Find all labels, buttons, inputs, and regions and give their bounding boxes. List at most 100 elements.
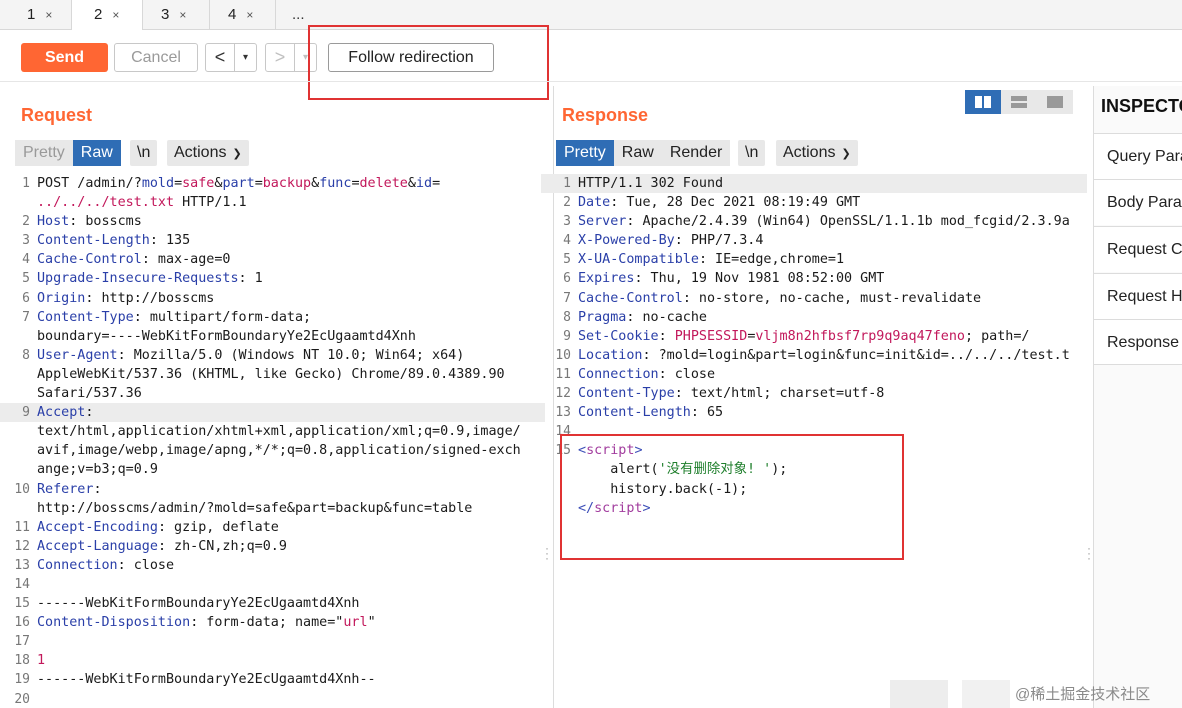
tab-raw[interactable]: Raw [72, 140, 121, 166]
code-token: backup [262, 176, 312, 191]
actions-menu[interactable]: Actions ❯ [167, 140, 249, 166]
line-content: Content-Length: 65 [578, 403, 723, 422]
tab-pretty[interactable]: Pretty [556, 140, 614, 166]
code-token: : bosscms [69, 214, 142, 230]
inspector-request-cookies[interactable]: Request Cookies [1094, 226, 1182, 272]
forward-history-group: > ▾ [265, 43, 317, 72]
forward-arrow-icon[interactable]: > [266, 44, 294, 71]
code-token: safe [182, 176, 215, 191]
chevron-down-icon[interactable]: ▾ [234, 44, 256, 71]
code-line: 12 Accept-Language: zh-CN,zh;q=0.9 [0, 537, 545, 556]
code-token: Connection [578, 366, 659, 382]
inspector-body-parameters[interactable]: Body Parameters [1094, 179, 1182, 225]
line-number: 17 [14, 634, 30, 650]
code-line: 7 Content-Type: multipart/form-data; [0, 308, 545, 327]
stacked-icon[interactable] [1001, 90, 1037, 114]
tab-3[interactable]: 3 × [143, 0, 210, 30]
code-line: 13 Content-Length: 65 [541, 403, 1087, 422]
code-line: 14 [0, 575, 545, 594]
code-line: 16 Content-Disposition: form-data; name="… [0, 613, 545, 632]
single-pane-icon[interactable] [1037, 90, 1073, 114]
code-token: Cache-Control [578, 290, 683, 306]
tab-render[interactable]: Render [661, 140, 731, 166]
code-token: Accept-Encoding [37, 519, 158, 535]
send-button[interactable]: Send [21, 43, 108, 72]
code-token: alert( [578, 462, 659, 478]
code-token: Content-Type [37, 309, 134, 325]
drag-handle-icon[interactable]: · · · [544, 542, 550, 564]
tab-1[interactable]: 1 × [0, 0, 72, 30]
line-content: avif,image/webp,image/apng,*/*;q=0.8,app… [37, 441, 521, 460]
code-token: " [367, 615, 376, 631]
code-line: 14 [541, 422, 1087, 441]
actions-menu[interactable]: Actions ❯ [776, 140, 858, 166]
inspector-query-parameters[interactable]: Query Parameters [1094, 133, 1182, 179]
line-number: 6 [22, 290, 30, 306]
line-content: Content-Length: 135 [37, 231, 190, 250]
line-number: 3 [22, 233, 30, 249]
tab-more[interactable]: ... [292, 0, 305, 30]
code-line: 5 X-UA-Compatible: IE=edge,chrome=1 [541, 250, 1087, 269]
drag-handle-icon[interactable]: · · · [1086, 542, 1092, 564]
code-token: : max-age=0 [141, 252, 231, 268]
code-line: 4 X-Powered-By: PHP/7.3.4 [541, 231, 1087, 250]
code-line: avif,image/webp,image/apng,*/*;q=0.8,app… [0, 441, 545, 460]
side-by-side-icon[interactable] [965, 90, 1001, 114]
line-content: 1 [37, 651, 45, 670]
follow-redirection-button[interactable]: Follow redirection [328, 43, 494, 72]
tab-label: 2 [94, 6, 103, 23]
code-line: 10 Referer: [0, 480, 545, 499]
code-token: X-UA-Compatible [578, 252, 699, 268]
watermark: @稀土掘金技术社区 [1015, 686, 1151, 703]
inspector-response-headers[interactable]: Response Headers [1094, 319, 1182, 365]
code-token: & [311, 176, 320, 191]
line-content: Connection: close [37, 556, 174, 575]
line-number: 1 [22, 176, 30, 191]
line-number: 14 [555, 424, 571, 440]
code-line: 1 POST /admin/?mold=safe&part=backup&func… [0, 174, 545, 193]
code-token: Upgrade-Insecure-Requests [37, 271, 239, 287]
line-number: 18 [14, 653, 30, 669]
response-editor[interactable]: 1 HTTP/1.1 302 Found 2 Date: Tue, 28 Dec 20… [541, 174, 1087, 518]
line-number: 5 [563, 252, 571, 268]
code-token: > [642, 500, 651, 516]
inspector-request-headers[interactable]: Request Headers [1094, 273, 1182, 319]
code-token: Origin [37, 290, 86, 306]
code-token: ; path=/ [964, 328, 1030, 344]
tab-4[interactable]: 4 × [210, 0, 276, 30]
newline-toggle[interactable]: \n [738, 140, 766, 166]
code-token: : [93, 481, 102, 497]
close-icon[interactable]: × [246, 8, 253, 22]
code-token: = [351, 176, 360, 191]
response-view-tabs: Pretty Raw Render [556, 140, 731, 166]
tab-2[interactable]: 2 × [72, 0, 143, 31]
code-token: HTTP/1.1 [174, 195, 247, 211]
newline-toggle[interactable]: \n [130, 140, 158, 166]
tab-raw[interactable]: Raw [613, 140, 662, 166]
line-number: 5 [22, 271, 30, 287]
back-arrow-icon[interactable]: < [206, 44, 234, 71]
cancel-button[interactable]: Cancel [114, 43, 198, 72]
close-icon[interactable]: × [112, 8, 119, 22]
code-line: boundary=----WebKitFormBoundaryYe2EcUgaa… [0, 327, 545, 346]
close-icon[interactable]: × [179, 8, 186, 22]
tab-pretty[interactable]: Pretty [15, 140, 73, 166]
code-token: = [432, 176, 441, 191]
code-token: Connection [37, 557, 118, 573]
chevron-down-icon: ❯ [232, 148, 242, 160]
code-token: = [174, 176, 183, 191]
code-token: : IE=edge,chrome=1 [698, 252, 845, 268]
tab-label: 3 [161, 6, 170, 23]
request-editor[interactable]: 1 POST /admin/?mold=safe&part=backup&func… [0, 174, 545, 708]
line-content: AppleWebKit/537.36 (KHTML, like Gecko) C… [37, 365, 505, 384]
code-line: 2 Host: bosscms [0, 212, 545, 231]
chevron-down-icon[interactable]: ▾ [294, 44, 316, 71]
code-line: </script> [541, 499, 1087, 518]
code-token: Host [37, 214, 70, 230]
close-icon[interactable]: × [45, 8, 52, 22]
code-line: text/html,application/xhtml+xml,applicat… [0, 422, 545, 441]
code-token: Content-Length [578, 405, 691, 421]
line-content: boundary=----WebKitFormBoundaryYe2EcUgaa… [37, 327, 416, 346]
line-number: 4 [22, 252, 30, 268]
code-token: Referer [37, 481, 94, 497]
